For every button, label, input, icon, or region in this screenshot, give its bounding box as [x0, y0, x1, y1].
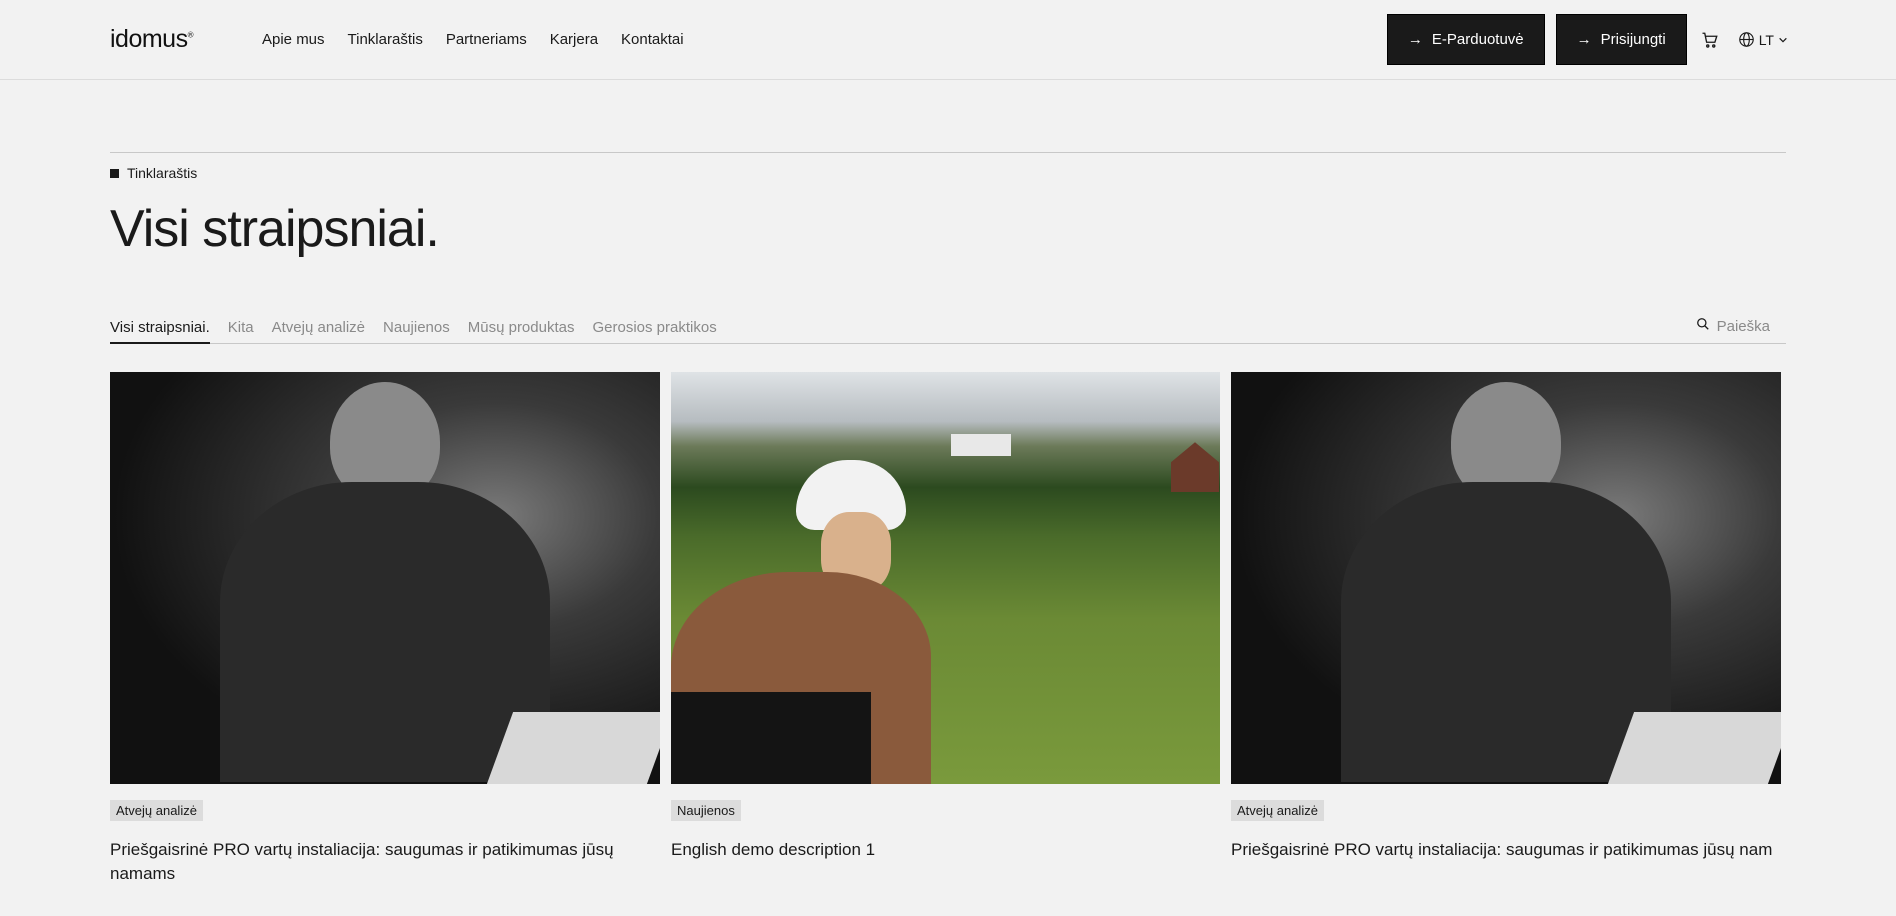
article-grid: Atvejų analizė Priešgaisrinė PRO vartų i… — [110, 372, 1786, 886]
e-shop-label: E-Parduotuvė — [1431, 31, 1524, 48]
breadcrumb: Tinklaraštis — [110, 165, 1786, 181]
arrow-right-icon: → — [1407, 31, 1423, 48]
tab-kita[interactable]: Kita — [228, 319, 254, 343]
tab-all-articles[interactable]: Visi straipsniai. — [110, 319, 210, 345]
login-button[interactable]: → Prisijungti — [1555, 14, 1687, 65]
tab-best-practices[interactable]: Gerosios praktikos — [592, 319, 716, 343]
chevron-down-icon — [1778, 35, 1788, 45]
worker-photo[interactable] — [110, 372, 660, 785]
article-title[interactable]: English demo description 1 — [671, 838, 1220, 862]
breadcrumb-label[interactable]: Tinklaraštis — [127, 165, 197, 181]
main-content: Tinklaraštis Visi straipsniai. Visi stra… — [0, 152, 1896, 886]
nav-link-kontaktai[interactable]: Kontaktai — [621, 31, 684, 48]
article-title[interactable]: Priešgaisrinė PRO vartų instaliacija: sa… — [110, 838, 660, 886]
article-card[interactable]: Atvejų analizė Priešgaisrinė PRO vartų i… — [1231, 372, 1781, 886]
category-tabs: Visi straipsniai. Kita Atvejų analizė Na… — [110, 319, 717, 345]
filter-bar: Visi straipsniai. Kita Atvejų analizė Na… — [110, 314, 1786, 345]
main-nav: Apie mus Tinklaraštis Partneriams Karjer… — [262, 31, 684, 48]
tab-news[interactable]: Naujienos — [383, 319, 450, 343]
square-bullet-icon — [110, 168, 119, 178]
language-selector[interactable]: LT — [1738, 31, 1788, 48]
search-icon — [1696, 317, 1710, 335]
divider — [110, 152, 1786, 153]
tab-case-study[interactable]: Atvejų analizė — [272, 319, 365, 343]
worker-photo[interactable] — [1231, 372, 1781, 785]
article-card[interactable]: Naujienos English demo description 1 — [671, 372, 1220, 886]
nav-link-tinklarastis[interactable]: Tinklaraštis — [348, 31, 423, 48]
page-title: Visi straipsniai. — [110, 200, 440, 258]
logo[interactable]: idomus® — [110, 25, 262, 54]
nav-link-apie-mus[interactable]: Apie mus — [262, 31, 325, 48]
site-header: idomus® Apie mus Tinklaraštis Partneriam… — [0, 0, 1896, 80]
login-label: Prisijungti — [1600, 31, 1666, 48]
category-badge: Naujienos — [671, 800, 741, 822]
nav-link-partneriams[interactable]: Partneriams — [446, 31, 527, 48]
nav-link-karjera[interactable]: Karjera — [550, 31, 598, 48]
cyclist-photo[interactable] — [671, 372, 1220, 785]
search-placeholder: Paieška — [1716, 317, 1770, 335]
category-badge: Atvejų analizė — [110, 800, 203, 822]
language-label: LT — [1758, 31, 1774, 48]
globe-icon — [1738, 31, 1755, 48]
article-title[interactable]: Priešgaisrinė PRO vartų instaliacija: sa… — [1231, 838, 1781, 862]
cart-icon[interactable] — [1701, 31, 1719, 49]
e-shop-button[interactable]: → E-Parduotuvė — [1386, 14, 1545, 65]
search-input[interactable]: Paieška — [1696, 317, 1770, 343]
header-actions: → E-Parduotuvė → Prisijungti LT — [1386, 14, 1788, 65]
tab-our-product[interactable]: Mūsų produktas — [468, 319, 575, 343]
arrow-right-icon: → — [1576, 31, 1592, 48]
article-card[interactable]: Atvejų analizė Priešgaisrinė PRO vartų i… — [110, 372, 660, 886]
category-badge: Atvejų analizė — [1231, 800, 1324, 822]
